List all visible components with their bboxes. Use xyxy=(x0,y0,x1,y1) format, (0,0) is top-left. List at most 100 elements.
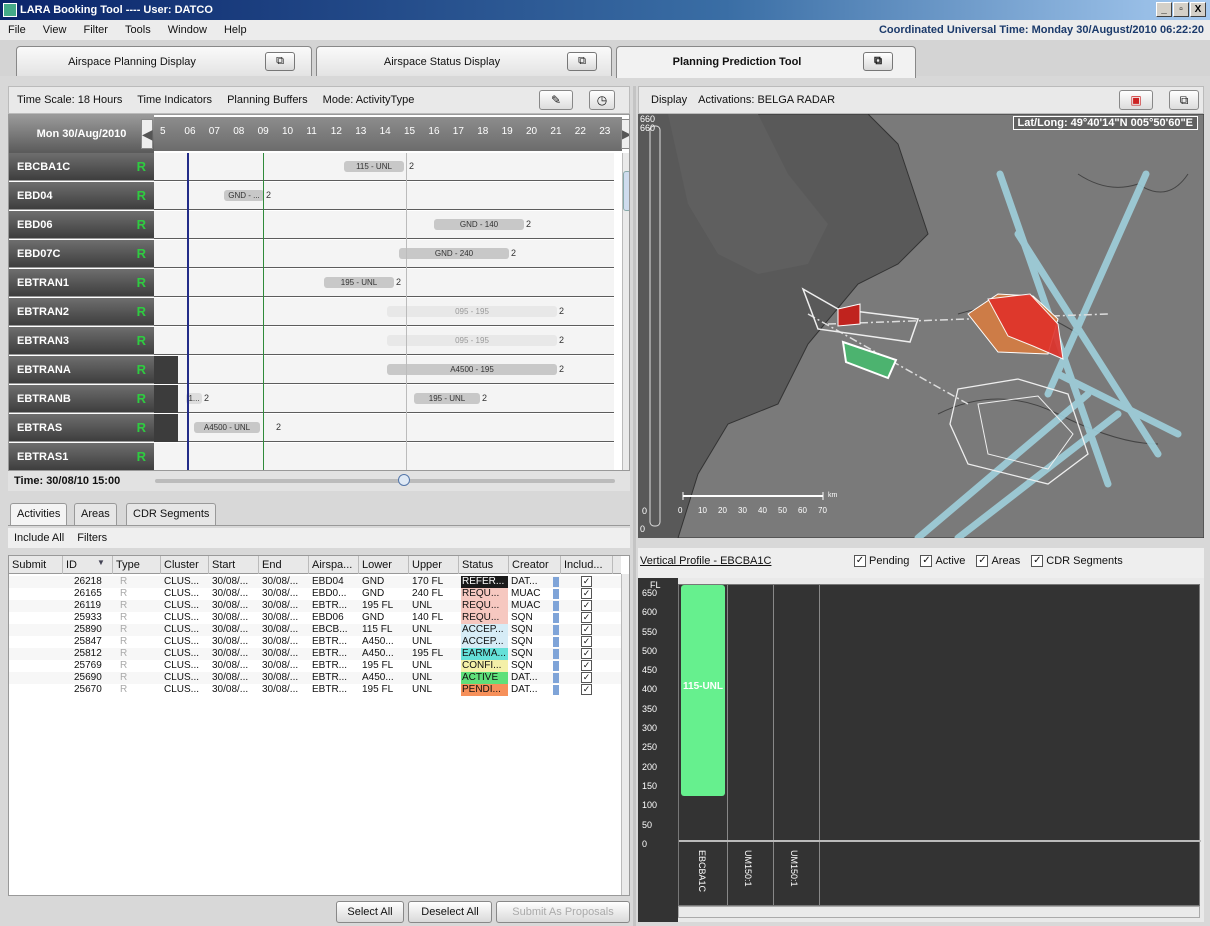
minimize-button[interactable]: _ xyxy=(1156,2,1172,17)
column-header[interactable]: Upper xyxy=(409,556,459,574)
tab-activities[interactable]: Activities xyxy=(10,503,68,525)
pending-checkbox[interactable]: ✓ xyxy=(854,555,866,568)
include-all-menu[interactable]: Include All xyxy=(14,532,64,544)
table-row[interactable]: 26119 R CLUS... 30/08/... 30/08/... EBTR... 19… xyxy=(9,600,621,612)
include-checkbox[interactable]: ✓ xyxy=(581,576,592,587)
tab-airspace-planning-display[interactable]: Airspace Planning Display ⧉ xyxy=(16,46,312,76)
scroll-left-arrow-icon[interactable]: ◀ xyxy=(141,119,153,149)
creator-info-icon[interactable] xyxy=(553,637,559,647)
menu-help[interactable]: Help xyxy=(224,24,247,36)
include-checkbox[interactable]: ✓ xyxy=(581,672,592,683)
include-checkbox[interactable]: ✓ xyxy=(581,588,592,599)
detach-window-icon[interactable]: ⧉ xyxy=(1169,90,1199,110)
timeline-scrollbar[interactable] xyxy=(622,153,629,470)
activations-menu[interactable]: Activations: BELGA RADAR xyxy=(698,94,835,106)
column-header[interactable]: Includ... xyxy=(561,556,613,574)
timeline-row-label[interactable]: EBTRAN1 R xyxy=(9,269,154,297)
timeline-row-label[interactable]: EBTRANB R xyxy=(9,385,154,413)
creator-info-icon[interactable] xyxy=(553,589,559,599)
detach-window-icon[interactable]: ⧉ xyxy=(265,52,295,71)
column-header[interactable]: Status xyxy=(459,556,509,574)
submit-as-proposals-button[interactable]: Submit As Proposals xyxy=(496,901,630,923)
sort-desc-icon[interactable]: ▼ xyxy=(97,558,105,567)
table-row[interactable]: 25812 R CLUS... 30/08/... 30/08/... EBTR... A4… xyxy=(9,648,621,660)
timeline-row-label[interactable]: EBTRAN2 R xyxy=(9,298,154,326)
column-header[interactable]: End xyxy=(259,556,309,574)
eraser-icon[interactable]: ✎ xyxy=(539,90,573,110)
creator-info-icon[interactable] xyxy=(553,625,559,635)
timeline-row-label[interactable]: EBD07C R xyxy=(9,240,154,268)
scroll-right-arrow-icon[interactable]: ▶ xyxy=(621,119,629,149)
active-checkbox[interactable]: ✓ xyxy=(920,555,933,568)
timeline-row-label[interactable]: EBTRAS1 R xyxy=(9,443,154,470)
tab-areas[interactable]: Areas xyxy=(74,503,117,525)
activity-bar[interactable]: 115 - UNL xyxy=(344,161,404,172)
window-title-bar[interactable]: LARA Booking Tool ---- User: DATCO _ ▫ X xyxy=(0,0,1210,20)
airspace-map[interactable]: 660 660 0 0 0 10 20 30 40 50 60 70 km Lat/Long:… xyxy=(638,114,1204,538)
include-checkbox[interactable]: ✓ xyxy=(581,636,592,647)
activity-bar[interactable]: GND - ... xyxy=(224,190,264,201)
include-checkbox[interactable]: ✓ xyxy=(581,648,592,659)
menu-tools[interactable]: Tools xyxy=(125,24,151,36)
maximize-button[interactable]: ▫ xyxy=(1173,2,1189,17)
table-row[interactable]: 26218 R CLUS... 30/08/... 30/08/... EBD04 GND 1… xyxy=(9,576,621,588)
table-row[interactable]: 25890 R CLUS... 30/08/... 30/08/... EBCB... 11… xyxy=(9,624,621,636)
activity-bar[interactable]: 195 - UNL xyxy=(324,277,394,288)
column-header[interactable]: Airspa... xyxy=(309,556,359,574)
creator-info-icon[interactable] xyxy=(553,613,559,623)
creator-info-icon[interactable] xyxy=(553,685,559,695)
time-slider-knob[interactable] xyxy=(398,474,410,486)
close-button[interactable]: X xyxy=(1190,2,1206,17)
table-row[interactable]: 25670 R CLUS... 30/08/... 30/08/... EBTR... 19… xyxy=(9,684,621,696)
profile-block-ebcba1c[interactable]: 115-UNL xyxy=(681,585,725,796)
creator-info-icon[interactable] xyxy=(553,673,559,683)
tab-airspace-status-display[interactable]: Airspace Status Display ⧉ xyxy=(316,46,612,76)
clock-icon[interactable]: ◷ xyxy=(589,90,615,110)
tab-planning-prediction-tool[interactable]: Planning Prediction Tool ⧉ xyxy=(616,46,916,78)
table-row[interactable]: 25847 R CLUS... 30/08/... 30/08/... EBTR... A4… xyxy=(9,636,621,648)
table-row[interactable]: 25769 R CLUS... 30/08/... 30/08/... EBTR... 19… xyxy=(9,660,621,672)
areas-checkbox[interactable]: ✓ xyxy=(976,555,989,568)
activity-bar[interactable]: GND - 140 xyxy=(434,219,524,230)
column-header[interactable]: Cluster xyxy=(161,556,209,574)
timeline-row-label[interactable]: EBTRAN3 R xyxy=(9,327,154,355)
time-slider-track[interactable] xyxy=(155,479,615,483)
table-scrollbar[interactable] xyxy=(621,574,629,895)
menu-file[interactable]: File xyxy=(8,24,26,36)
profile-scrollbar[interactable] xyxy=(678,906,1200,918)
column-header[interactable]: Lower xyxy=(359,556,409,574)
column-header[interactable]: Creator xyxy=(509,556,561,574)
activity-bar[interactable]: A4500 - UNL xyxy=(194,422,260,433)
timeline-row-label[interactable]: EBD04 R xyxy=(9,182,154,210)
alert-icon[interactable]: ▣ xyxy=(1119,90,1153,110)
detach-window-icon[interactable]: ⧉ xyxy=(863,52,893,71)
menu-filter[interactable]: Filter xyxy=(84,24,108,36)
include-checkbox[interactable]: ✓ xyxy=(581,684,592,695)
creator-info-icon[interactable] xyxy=(553,601,559,611)
mode-menu[interactable]: Mode: ActivityType xyxy=(323,94,415,106)
creator-info-icon[interactable] xyxy=(553,661,559,671)
include-checkbox[interactable]: ✓ xyxy=(581,624,592,635)
panel-splitter[interactable] xyxy=(633,86,636,926)
activity-bar[interactable]: 095 - 195 xyxy=(387,335,557,346)
timeline-row-label[interactable]: EBCBA1C R xyxy=(9,153,154,181)
table-row[interactable]: 25933 R CLUS... 30/08/... 30/08/... EBD06 GND 1… xyxy=(9,612,621,624)
display-menu[interactable]: Display xyxy=(651,94,687,106)
include-checkbox[interactable]: ✓ xyxy=(581,600,592,611)
include-checkbox[interactable]: ✓ xyxy=(581,612,592,623)
select-all-button[interactable]: Select All xyxy=(336,901,404,923)
include-checkbox[interactable]: ✓ xyxy=(581,660,592,671)
table-row[interactable]: 25690 R CLUS... 30/08/... 30/08/... EBTR... A4… xyxy=(9,672,621,684)
activity-bar[interactable]: GND - 240 xyxy=(399,248,509,259)
detach-window-icon[interactable]: ⧉ xyxy=(567,52,597,71)
menu-window[interactable]: Window xyxy=(168,24,207,36)
column-header[interactable]: Type xyxy=(113,556,161,574)
tab-cdr-segments[interactable]: CDR Segments xyxy=(126,503,217,525)
creator-info-icon[interactable] xyxy=(553,649,559,659)
activity-bar[interactable]: A4500 - 195 xyxy=(387,364,557,375)
table-row[interactable]: 26165 R CLUS... 30/08/... 30/08/... EBD0... GN… xyxy=(9,588,621,600)
creator-info-icon[interactable] xyxy=(553,577,559,587)
activity-bar[interactable]: 095 - 195 xyxy=(387,306,557,317)
timeline-row-label[interactable]: EBTRANA R xyxy=(9,356,154,384)
menu-view[interactable]: View xyxy=(43,24,67,36)
